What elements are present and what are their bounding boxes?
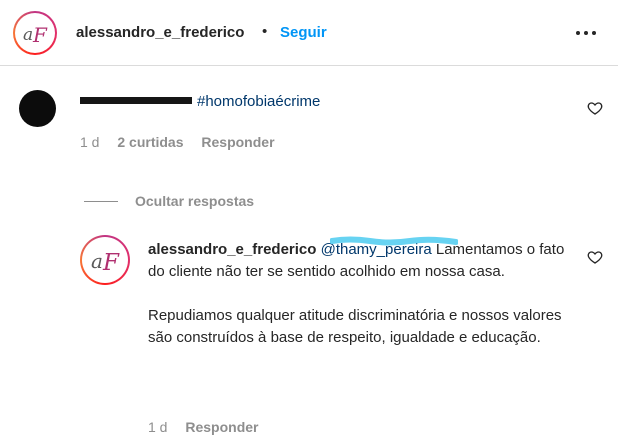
commenter-avatar[interactable] <box>19 90 56 127</box>
comment-time: 1 d <box>80 134 100 150</box>
reply-profile-logo-icon: a F <box>82 237 128 283</box>
reply-reply-button[interactable]: Responder <box>185 419 258 435</box>
follow-button[interactable]: Seguir <box>280 24 327 41</box>
mention-redaction-scribble <box>330 236 458 246</box>
header-separator: • <box>262 23 268 40</box>
svg-text:F: F <box>32 23 48 47</box>
comment-hashtag[interactable]: #homofobiaécrime <box>197 93 320 110</box>
reply-time: 1 d <box>148 419 168 435</box>
profile-avatar[interactable]: a F <box>13 11 57 55</box>
reply-text-paragraph-2: Repudiamos qualquer atitude discriminató… <box>148 307 562 346</box>
profile-logo-icon: a F <box>15 13 55 53</box>
comment-like-heart-icon[interactable] <box>587 100 603 116</box>
reply-like-heart-icon[interactable] <box>587 249 603 265</box>
more-options-icon[interactable] <box>574 29 598 37</box>
username-redaction <box>80 97 192 104</box>
svg-text:a: a <box>23 25 33 45</box>
reply-avatar[interactable]: a F <box>80 235 130 285</box>
header-username[interactable]: alessandro_e_frederico <box>76 24 244 41</box>
svg-text:a: a <box>91 249 103 273</box>
svg-text:F: F <box>102 250 120 276</box>
comment-likes-count[interactable]: 2 curtidas <box>117 134 183 150</box>
reply-username[interactable]: alessandro_e_frederico <box>148 241 316 258</box>
replies-divider-line <box>84 201 118 202</box>
comment-reply-button[interactable]: Responder <box>201 134 274 150</box>
instagram-comments-panel: a F alessandro_e_frederico • Seguir tham… <box>0 0 618 446</box>
reply-body: alessandro_e_frederico @thamy_pereira La… <box>148 239 568 349</box>
hide-replies-label: Ocultar respostas <box>135 193 255 209</box>
reply-meta: 1 d Responder <box>148 419 272 435</box>
comment-meta: 1 d 2 curtidas Responder <box>80 134 289 150</box>
post-header: a F alessandro_e_frederico • Seguir <box>0 0 618 66</box>
